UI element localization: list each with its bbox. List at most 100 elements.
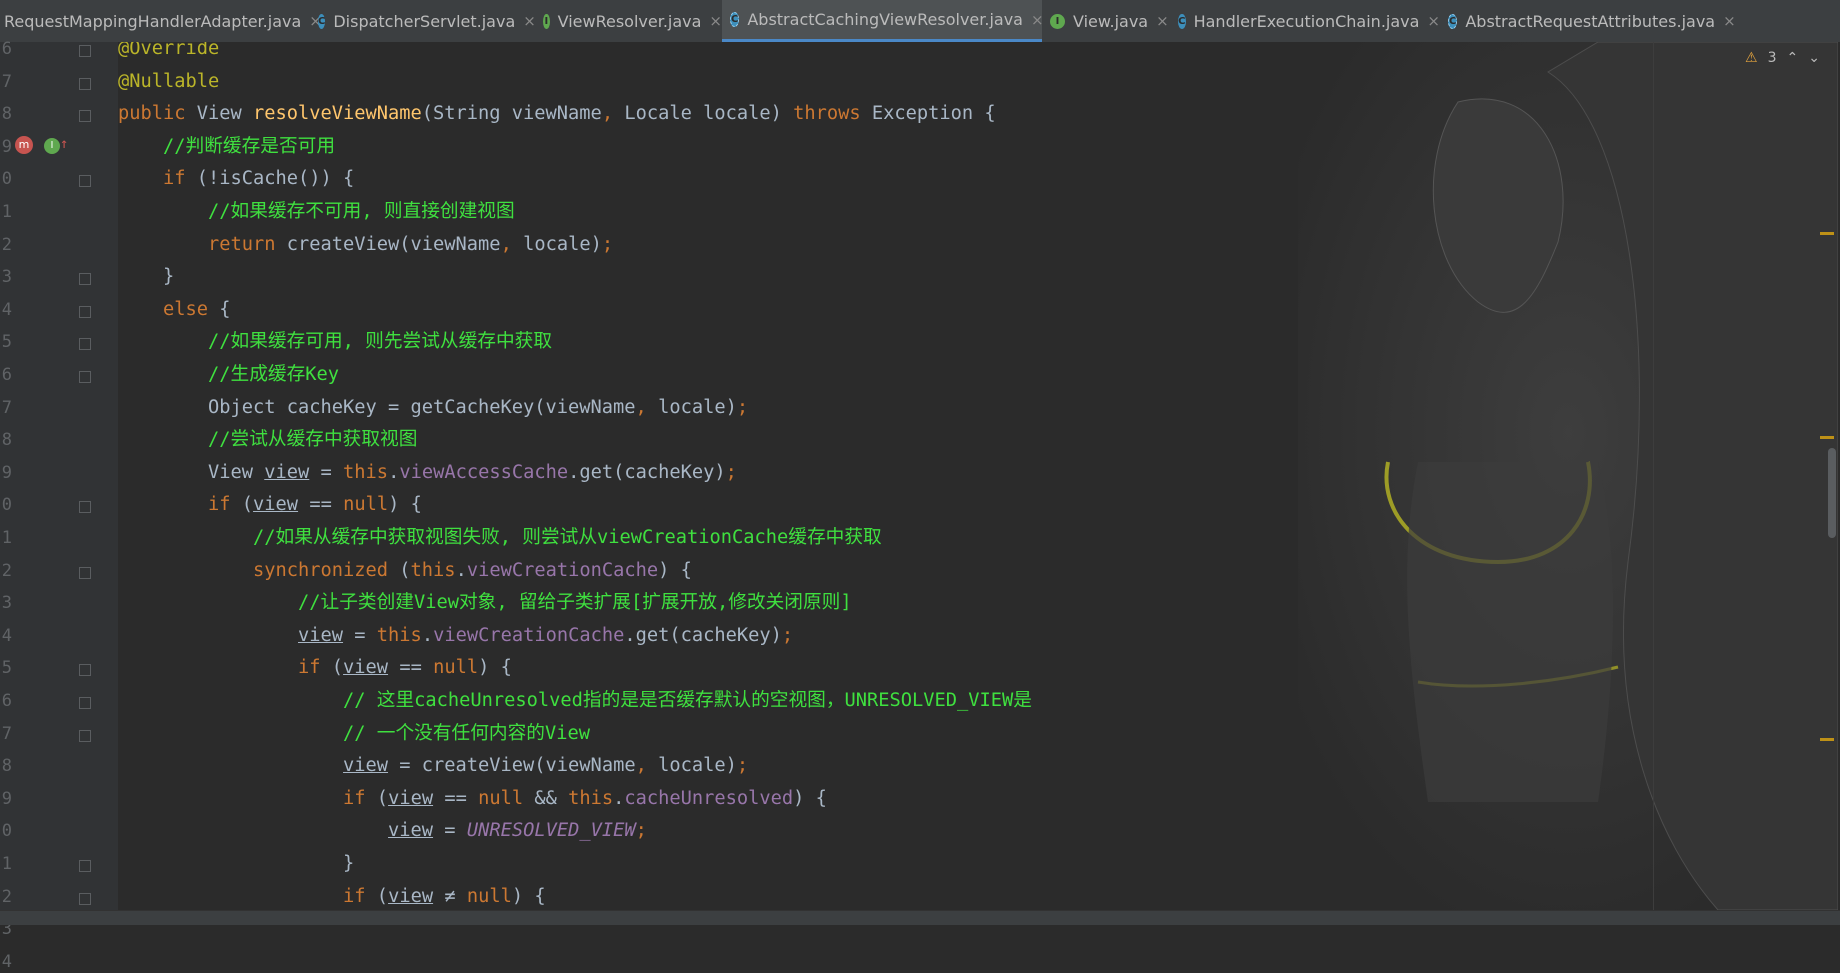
code-token: if [298, 657, 332, 679]
fold-marker-icon[interactable] [79, 371, 91, 383]
code-line[interactable]: if (view ≠ null) { [118, 882, 546, 910]
error-stripe-mark[interactable] [1820, 232, 1834, 235]
code-line[interactable]: @Nullable [118, 67, 219, 97]
fold-marker-icon[interactable] [79, 729, 91, 742]
status-bar [0, 910, 1840, 925]
tab-label: View.java [1073, 11, 1149, 31]
close-tab-icon[interactable]: × [523, 12, 536, 30]
code-token: = createView(viewName [388, 755, 636, 777]
code-token: public [118, 103, 197, 125]
vertical-scrollbar-thumb[interactable] [1828, 448, 1836, 538]
code-token: ) { [793, 787, 827, 809]
close-tab-icon[interactable]: × [1156, 12, 1169, 30]
line-number: 1 [1, 528, 12, 548]
error-stripe-mark[interactable] [1820, 436, 1834, 439]
code-token: Object cacheKey = getCacheKey(viewName [118, 396, 636, 418]
code-token: . [455, 559, 467, 581]
code-line[interactable]: //如果从缓存中获取视图失败, 则尝试从viewCreationCache缓存中… [118, 523, 882, 553]
fold-marker-icon[interactable] [79, 305, 91, 318]
code-token: this [343, 461, 389, 483]
fold-marker-icon[interactable] [79, 697, 91, 709]
code-token: ; [736, 755, 749, 777]
close-tab-icon[interactable]: × [1723, 12, 1736, 30]
fold-marker-icon[interactable] [79, 892, 91, 905]
code-token: . [613, 787, 625, 809]
previous-highlight-icon[interactable]: ⌃ [1787, 50, 1799, 66]
code-line[interactable]: } [118, 262, 174, 292]
fold-marker-icon[interactable] [79, 45, 91, 57]
code-line[interactable]: //让子类创建View对象, 留给子类扩展[扩展开放,修改关闭原则] [118, 588, 852, 618]
code-line[interactable]: //尝试从缓存中获取视图 [118, 425, 417, 455]
code-line[interactable]: if (view == null && this.cacheUnresolved… [118, 784, 827, 814]
code-token: createView(viewName [286, 233, 501, 255]
code-line[interactable]: // 一个没有任何内容的View [118, 719, 590, 749]
fold-marker-icon[interactable] [79, 566, 91, 579]
implements-method-icon[interactable]: I [44, 138, 60, 154]
code-line[interactable]: @Override [118, 42, 219, 64]
code-token: ( [376, 885, 389, 907]
code-token: Exception { [871, 103, 996, 125]
warning-icon[interactable]: ⚠ [1745, 50, 1758, 66]
code-line[interactable]: else { [118, 295, 231, 325]
code-line[interactable]: // 这里cacheUnresolved指的是是否缓存默认的空视图，UNRESO… [118, 686, 1032, 716]
code-token: == [388, 657, 434, 679]
tab-requestmappinghandleradapter[interactable]: RequestMappingHandlerAdapter.java × [0, 0, 322, 42]
fold-marker-icon[interactable] [79, 77, 91, 90]
fold-marker-icon[interactable] [79, 664, 91, 677]
tab-label: RequestMappingHandlerAdapter.java [4, 11, 302, 31]
fold-marker-icon[interactable] [79, 338, 91, 351]
tab-view[interactable]: I View.java × [1042, 0, 1170, 42]
code-editor[interactable]: @Override @Nullable public View resolveVie… [118, 42, 1840, 910]
code-token: @Nullable [118, 70, 220, 92]
fold-marker-icon[interactable] [79, 110, 91, 123]
code-line[interactable]: //如果缓存不可用, 则直接创建视图 [118, 197, 515, 227]
code-token: locale) [658, 755, 737, 777]
code-line[interactable]: //判断缓存是否可用 [118, 132, 335, 162]
line-number: 9 [1, 462, 12, 483]
code-line[interactable]: view = this.viewCreationCache.get(cacheK… [118, 621, 793, 651]
next-highlight-icon[interactable]: ⌄ [1808, 50, 1820, 66]
tab-dispatcherservlet[interactable]: C DispatcherServlet.java × [310, 0, 536, 42]
line-number: 2 [1, 560, 12, 581]
code-line[interactable]: if (view == null) { [118, 490, 422, 520]
code-token: //判断缓存是否可用 [163, 135, 336, 157]
code-line[interactable]: Object cacheKey = getCacheKey(viewName, … [118, 393, 748, 423]
code-line[interactable]: //如果缓存可用, 则先尝试从缓存中获取 [118, 327, 552, 357]
tab-abstractcachingviewresolver[interactable]: C AbstractCachingViewResolver.java × [722, 0, 1044, 42]
code-line[interactable]: View view = this.viewAccessCache.get(cac… [118, 458, 737, 488]
tab-handlerexecutionchain[interactable]: C HandlerExecutionChain.java × [1170, 0, 1440, 42]
fold-marker-icon[interactable] [79, 273, 91, 286]
tab-abstractrequestattributes[interactable]: C AbstractRequestAttributes.java × [1440, 0, 1736, 42]
right-margin-guide [1653, 42, 1654, 910]
code-line[interactable]: synchronized (this.viewCreationCache) { [118, 556, 692, 586]
close-tab-icon[interactable]: × [709, 12, 722, 30]
code-line[interactable]: if (!isCache()) { [118, 164, 354, 194]
fold-marker-icon[interactable] [79, 175, 91, 188]
code-token: ; [725, 461, 737, 483]
inspection-widget[interactable]: ⚠ 3 ⌃ ⌄ [1745, 50, 1820, 66]
code-line[interactable]: public View resolveViewName(String viewN… [118, 99, 996, 129]
code-line[interactable]: } [118, 849, 354, 879]
fold-marker-icon[interactable] [79, 860, 91, 872]
tab-label: HandlerExecutionChain.java [1193, 11, 1420, 31]
code-token: ≠ [433, 885, 467, 907]
line-number: 4 [1, 625, 12, 646]
close-tab-icon[interactable]: × [1427, 12, 1440, 30]
fold-marker-icon[interactable] [79, 501, 91, 514]
abstract-class-file-icon: C [730, 12, 740, 27]
tab-viewresolver[interactable]: I ViewResolver.java × [535, 0, 722, 42]
go-to-super-arrow-icon[interactable]: ↑ [60, 136, 68, 152]
error-stripe-mark[interactable] [1820, 738, 1834, 741]
code-token: , [601, 103, 625, 125]
code-line[interactable]: return createView(viewName, locale); [118, 230, 613, 260]
code-line[interactable]: //生成缓存Key [118, 360, 339, 390]
code-line[interactable]: view = createView(viewName, locale); [118, 751, 748, 781]
code-line[interactable]: if (view == null) { [118, 653, 512, 683]
override-method-icon[interactable]: m [15, 136, 33, 154]
code-line[interactable]: view = UNRESOLVED_VIEW; [118, 816, 647, 846]
